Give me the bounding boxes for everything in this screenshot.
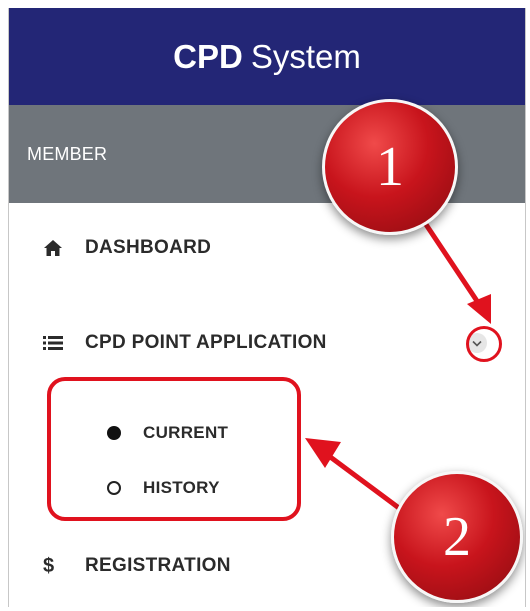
sidebar-item-label: DASHBOARD: [85, 237, 212, 258]
brand-name-rest: System: [250, 37, 361, 75]
app-header: CPD System: [9, 8, 525, 105]
highlight-circle-chevron: [466, 326, 502, 362]
step-1-number: 1: [376, 136, 404, 198]
dollar-icon: $: [43, 554, 55, 577]
sidebar-item-label: CPD POINT APPLICATION: [85, 332, 327, 353]
step-2-number: 2: [443, 506, 471, 568]
step-2-badge: 2: [391, 471, 523, 603]
highlight-box-submenu: [47, 377, 301, 521]
sidebar-item-cpd-point-application[interactable]: CPD POINT APPLICATION: [9, 323, 525, 363]
step-1-badge: 1: [322, 99, 458, 235]
sidebar-item-dashboard[interactable]: DASHBOARD: [9, 228, 525, 268]
list-icon: [43, 335, 73, 351]
sidebar: CPD System MEMBER DASHBOARD CPD POINT AP…: [8, 8, 526, 607]
brand-name-bold: CPD: [173, 37, 243, 75]
home-icon: [43, 239, 73, 257]
sidebar-item-label: REGISTRATION: [85, 555, 231, 576]
